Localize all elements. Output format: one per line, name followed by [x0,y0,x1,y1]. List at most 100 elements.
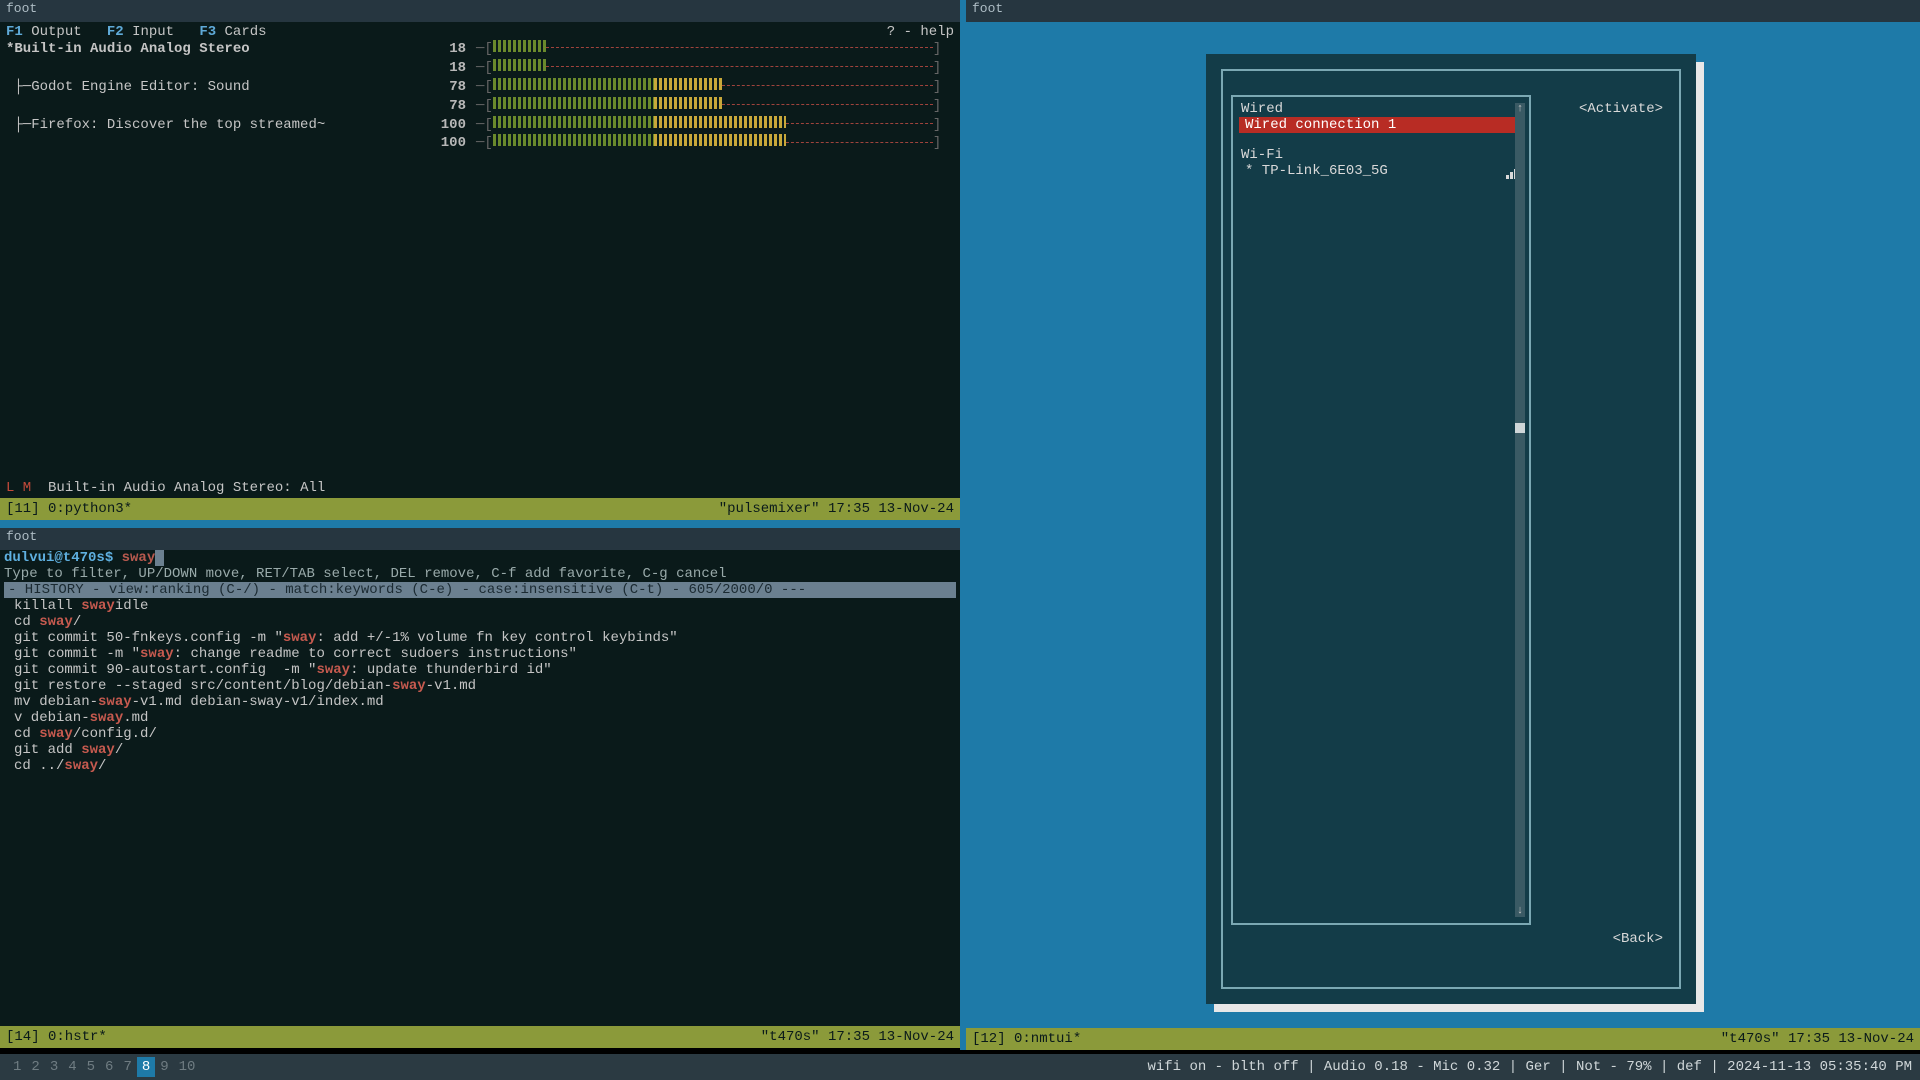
tmux-right: "pulsemixer" 17:35 13-Nov-24 [719,501,954,517]
workspace-4[interactable]: 4 [63,1057,81,1077]
volume-value: 100 [406,134,466,153]
tmux-right: "t470s" 17:35 13-Nov-24 [761,1029,954,1045]
tmux-status-r: [12] 0:nmtui* "t470s" 17:35 13-Nov-24 [966,1028,1920,1050]
status-text: wifi on - blth off | Audio 0.18 - Mic 0.… [1147,1059,1912,1075]
match-highlight: sway [81,598,115,614]
tab-output-key[interactable]: F1 [6,24,23,40]
workspace-3[interactable]: 3 [45,1057,63,1077]
volume-bar[interactable]: ─[] [476,59,954,78]
volume-bar[interactable]: ─[] [476,134,954,153]
tmux-left: [12] 0:nmtui* [972,1031,1081,1047]
hstr-history-list[interactable]: killall swayidlecd sway/git commit 50-fn… [4,598,956,774]
scrollbar[interactable]: ↑ ↓ [1515,103,1525,917]
hstr-hint: Type to filter, UP/DOWN move, RET/TAB se… [4,566,956,582]
workspace-7[interactable]: 7 [118,1057,136,1077]
terminal-title-bar: foot [0,0,960,22]
pulsemixer-footer: L M Built-in Audio Analog Stereo: All [6,480,325,496]
volume-row[interactable]: ├─Godot Engine Editor: Sound78 ─[] [6,78,954,97]
back-button[interactable]: <Back> [1613,931,1663,947]
footer-device: Built-in Audio Analog Stereo: All [48,480,325,496]
scroll-up-icon[interactable]: ↑ [1515,103,1525,115]
stream-label: *Built-in Audio Analog Stereo [6,40,406,59]
match-highlight: sway [98,694,132,710]
match-highlight: sway [316,662,350,678]
match-highlight: sway [64,758,98,774]
volume-row[interactable]: 78 ─[] [6,97,954,116]
shell-prompt[interactable]: dulvui@t470s$ sway [4,550,956,566]
tmux-left: [14] 0:hstr* [6,1029,107,1045]
tab-input-key[interactable]: F2 [107,24,124,40]
tab-cards-label[interactable]: Cards [225,24,267,40]
history-entry[interactable]: git commit 90-autostart.config -m "sway:… [4,662,956,678]
pane-pulsemixer: foot F1 Output F2 Input F3 Cards ? - hel… [0,0,960,520]
volume-row[interactable]: *Built-in Audio Analog Stereo18─[] [6,40,954,59]
activate-button[interactable]: <Activate> [1579,101,1663,117]
stream-label: ├─Godot Engine Editor: Sound [6,78,406,97]
volume-value: 18 [406,59,466,78]
terminal-title: foot [972,1,1003,16]
stream-label [6,59,406,78]
volume-bar[interactable]: ─[] [476,78,954,97]
history-entry[interactable]: git commit -m "sway: change readme to co… [4,646,956,662]
volume-row[interactable]: 100 ─[] [6,134,954,153]
match-highlight: sway [39,614,73,630]
wired-header: Wired [1235,101,1527,117]
workspace-6[interactable]: 6 [100,1057,118,1077]
workspace-1[interactable]: 1 [8,1057,26,1077]
prompt-input[interactable]: sway [122,550,156,566]
volume-bar[interactable]: ─[] [476,116,954,135]
volume-row[interactable]: 18 ─[] [6,59,954,78]
match-highlight: sway [283,630,317,646]
sway-bar: 12345678910 wifi on - blth off | Audio 0… [0,1054,1920,1080]
tmux-status-tl: [11] 0:python3* "pulsemixer" 17:35 13-No… [0,498,960,520]
history-entry[interactable]: git commit 50-fnkeys.config -m "sway: ad… [4,630,956,646]
footer-lm: L M [6,480,31,496]
prompt-user: dulvui@t470s$ [4,550,113,566]
tmux-status-bl: [14] 0:hstr* "t470s" 17:35 13-Nov-24 [0,1026,960,1048]
wired-connection-selected[interactable]: Wired connection 1 [1239,117,1523,133]
history-entry[interactable]: v debian-sway.md [4,710,956,726]
workspace-list[interactable]: 12345678910 [8,1057,200,1077]
history-entry[interactable]: cd sway/config.d/ [4,726,956,742]
volume-value: 100 [406,116,466,135]
stream-label: ├─Firefox: Discover the top streamed~ [6,116,406,135]
history-entry[interactable]: git add sway/ [4,742,956,758]
tab-cards-key[interactable]: F3 [199,24,216,40]
workspace-10[interactable]: 10 [174,1057,201,1077]
terminal-title-bar: foot [0,528,960,550]
stream-label [6,134,406,153]
history-entry[interactable]: killall swayidle [4,598,956,614]
volume-value: 78 [406,78,466,97]
history-entry[interactable]: git restore --staged src/content/blog/de… [4,678,956,694]
match-highlight: sway [81,742,115,758]
tmux-right: "t470s" 17:35 13-Nov-24 [1721,1031,1914,1047]
workspace-9[interactable]: 9 [155,1057,173,1077]
match-highlight: sway [39,726,73,742]
workspace-8[interactable]: 8 [137,1057,155,1077]
wifi-connection[interactable]: * TP-Link_6E03_5G [1235,163,1527,179]
pulsemixer-tabs: F1 Output F2 Input F3 Cards ? - help [0,22,960,40]
stream-label [6,97,406,116]
scrollbar-thumb[interactable] [1515,423,1525,433]
history-entry[interactable]: cd ../sway/ [4,758,956,774]
help-hint[interactable]: ? - help [887,24,954,40]
nmtui-frame: Wired Wired connection 1 Wi-Fi * TP-Link… [1221,69,1681,989]
workspace-2[interactable]: 2 [26,1057,44,1077]
nmtui-dialog: Wired Wired connection 1 Wi-Fi * TP-Link… [1206,54,1696,1004]
volume-bar[interactable]: ─[] [476,40,954,59]
volume-bar[interactable]: ─[] [476,97,954,116]
pulsemixer-streams: *Built-in Audio Analog Stereo18─[]18─[] … [0,40,960,153]
cursor-icon [155,550,164,566]
pane-nmtui: foot Wired Wired connection 1 Wi-Fi * TP… [966,0,1920,1050]
tab-input-label[interactable]: Input [132,24,174,40]
match-highlight: sway [392,678,426,694]
tab-output-label[interactable]: Output [31,24,81,40]
volume-row[interactable]: ├─Firefox: Discover the top streamed~100… [6,116,954,135]
workspace-5[interactable]: 5 [82,1057,100,1077]
connection-list[interactable]: Wired Wired connection 1 Wi-Fi * TP-Link… [1231,95,1531,925]
history-entry[interactable]: mv debian-sway-v1.md debian-sway-v1/inde… [4,694,956,710]
history-entry[interactable]: cd sway/ [4,614,956,630]
hstr-banner: - HISTORY - view:ranking (C-/) - match:k… [4,582,956,598]
volume-value: 78 [406,97,466,116]
scroll-down-icon[interactable]: ↓ [1515,905,1525,917]
